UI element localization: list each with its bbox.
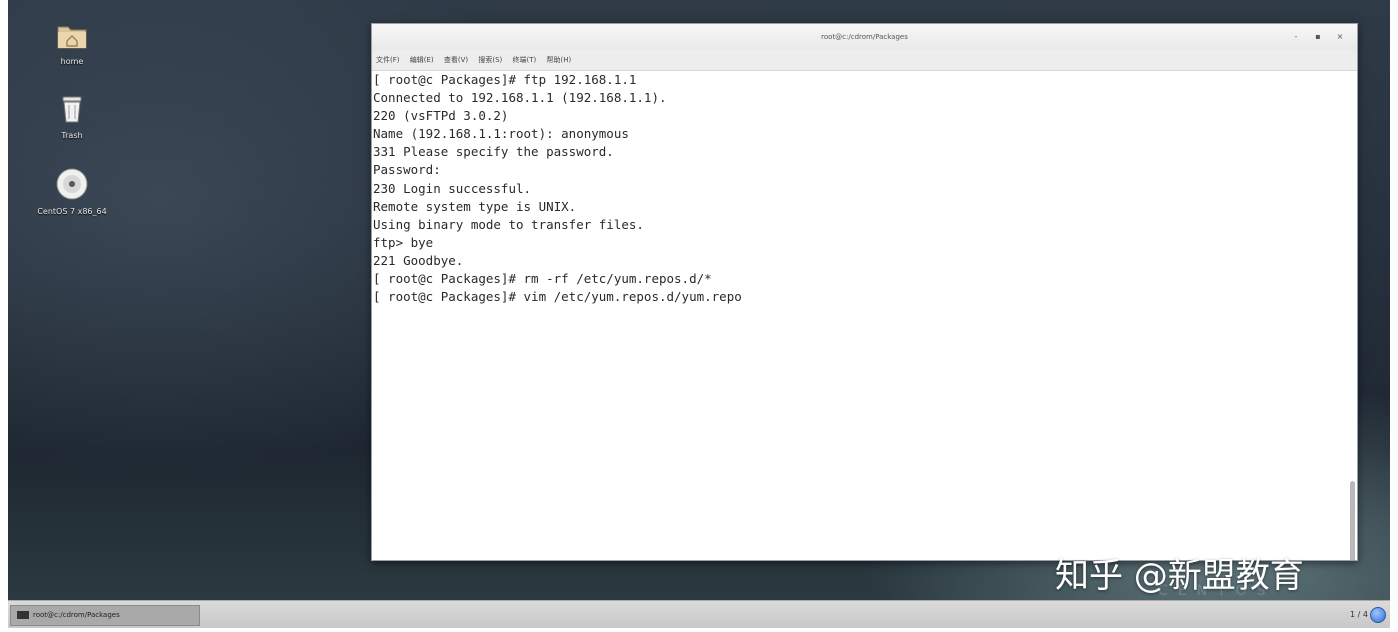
terminal-line: ftp> bye bbox=[373, 234, 434, 250]
terminal-icon bbox=[17, 611, 29, 619]
taskbar: root@c:/cdrom/Packages 1 / 4 bbox=[8, 600, 1390, 628]
menu-search[interactable]: 搜索(S) bbox=[478, 56, 502, 64]
terminal-line: Name (192.168.1.1:root): anonymous bbox=[373, 126, 629, 142]
terminal-line: 221 Goodbye. bbox=[373, 252, 464, 268]
menu-terminal[interactable]: 终端(T) bbox=[513, 56, 537, 64]
folder-home-icon bbox=[27, 22, 117, 54]
terminal-line: [ root@c Packages]# rm -rf /etc/yum.repo… bbox=[373, 271, 712, 287]
terminal-output[interactable]: [ root@c Packages]# ftp 192.168.1.1 Conne… bbox=[372, 71, 1357, 560]
terminal-scrollbar[interactable] bbox=[1350, 481, 1355, 560]
desktop-icon-label: home bbox=[60, 57, 84, 66]
desktop-icon-trash[interactable]: Trash bbox=[27, 94, 117, 140]
menu-file[interactable]: 文件(F) bbox=[376, 56, 400, 64]
menu-view[interactable]: 查看(V) bbox=[444, 56, 468, 64]
taskbar-window-label: root@c:/cdrom/Packages bbox=[33, 611, 120, 619]
maximize-button[interactable]: ▪ bbox=[1311, 24, 1325, 50]
window-titlebar[interactable]: root@c:/cdrom/Packages - ▪ × bbox=[372, 24, 1357, 50]
terminal-window[interactable]: root@c:/cdrom/Packages - ▪ × 文件(F) 编辑(E)… bbox=[371, 23, 1358, 561]
menu-edit[interactable]: 编辑(E) bbox=[410, 56, 434, 64]
window-title: root@c:/cdrom/Packages bbox=[821, 33, 908, 41]
terminal-line: 220 (vsFTPd 3.0.2) bbox=[373, 108, 509, 124]
notification-icon[interactable] bbox=[1370, 607, 1386, 623]
menu-help[interactable]: 帮助(H) bbox=[546, 56, 571, 64]
terminal-line: [ root@c Packages]# ftp 192.168.1.1 bbox=[373, 72, 637, 87]
minimize-button[interactable]: - bbox=[1289, 24, 1303, 50]
terminal-line: Password: bbox=[373, 162, 441, 178]
trash-icon bbox=[27, 94, 117, 128]
terminal-line: Using binary mode to transfer files. bbox=[373, 216, 644, 232]
desktop-icon-cdrom[interactable]: CentOS 7 x86_64 bbox=[17, 168, 127, 216]
menu-bar: 文件(F) 编辑(E) 查看(V) 搜索(S) 终端(T) 帮助(H) bbox=[372, 50, 1357, 71]
watermark-text: 知乎 @新盟教育 bbox=[1055, 556, 1304, 596]
close-button[interactable]: × bbox=[1333, 24, 1347, 50]
desktop-icon-label: CentOS 7 x86_64 bbox=[37, 207, 107, 216]
terminal-line: Connected to 192.168.1.1 (192.168.1.1). bbox=[373, 90, 667, 106]
cd-disc-icon bbox=[17, 168, 127, 204]
workspace-pager[interactable]: 1 / 4 bbox=[1350, 606, 1368, 624]
terminal-line: [ root@c Packages]# vim /etc/yum.repos.d… bbox=[373, 289, 742, 305]
taskbar-window-button[interactable]: root@c:/cdrom/Packages bbox=[10, 605, 200, 626]
terminal-line: 331 Please specify the password. bbox=[373, 144, 614, 160]
desktop-icon-label: Trash bbox=[61, 131, 83, 140]
desktop-icon-home[interactable]: home bbox=[27, 22, 117, 66]
terminal-line: Remote system type is UNIX. bbox=[373, 198, 577, 214]
terminal-line: 230 Login successful. bbox=[373, 180, 532, 196]
